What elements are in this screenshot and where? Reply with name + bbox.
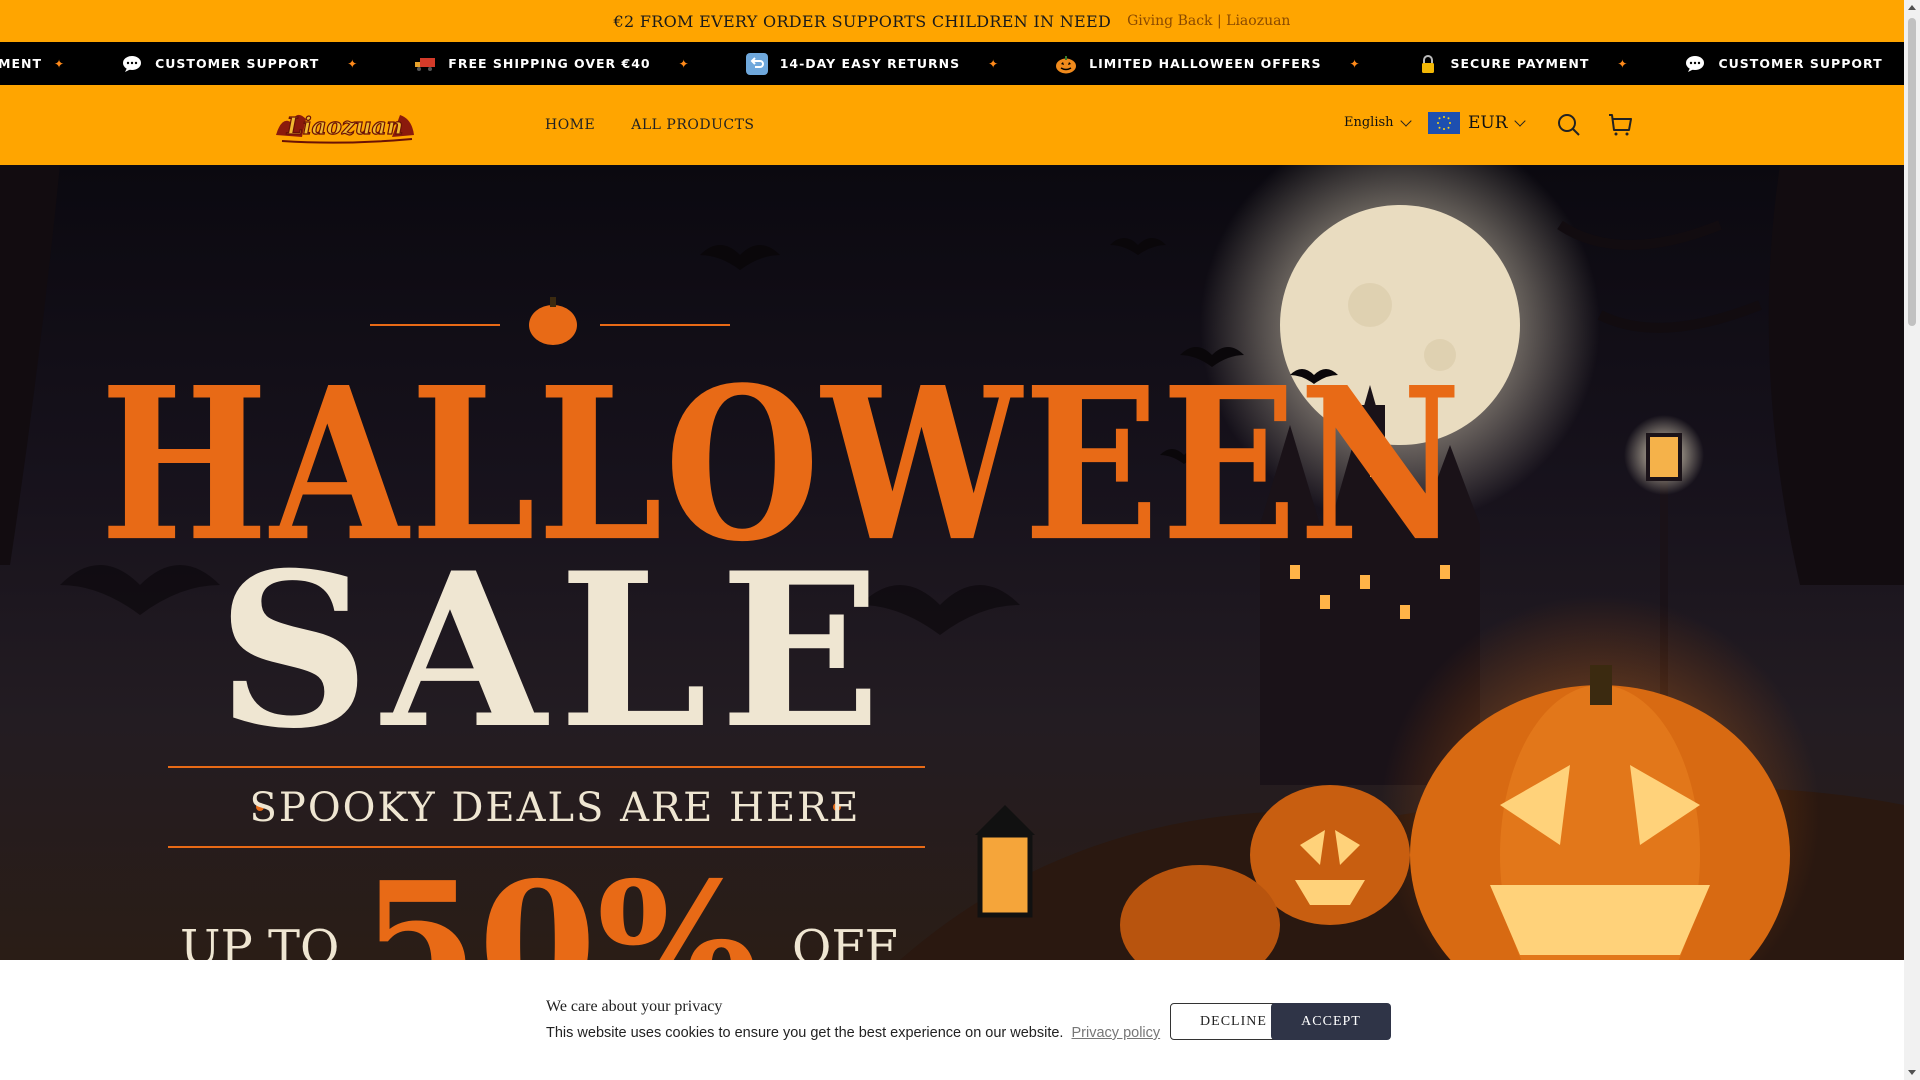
marquee-item: CUSTOMER SUPPORT ✦: [93, 53, 386, 75]
return-arrow-icon: [745, 52, 768, 75]
scroll-down-arrow-icon[interactable]: [1908, 1070, 1916, 1075]
cookie-text: This website uses cookies to ensure you …: [546, 1025, 1160, 1041]
cart-button[interactable]: [1607, 112, 1633, 138]
logo-text: Liaozuan: [286, 113, 404, 140]
main-nav: HOME ALL PRODUCTS: [545, 85, 755, 165]
accept-button[interactable]: ACCEPT: [1271, 1003, 1391, 1040]
hero-banner[interactable]: HALLOWEEN SALE SPOOKY DEALS ARE HERE UP …: [0, 165, 1904, 960]
pumpkin-icon: [1055, 53, 1077, 75]
currency-selector[interactable]: EUR: [1428, 112, 1526, 134]
nav-all-products[interactable]: ALL PRODUCTS: [631, 117, 754, 133]
privacy-policy-link[interactable]: Privacy policy: [1072, 1025, 1161, 1041]
marquee-item: 14-DAY EASY RETURNS ✦: [718, 52, 1027, 75]
announcement-text: €2 FROM EVERY ORDER SUPPORTS CHILDREN IN…: [613, 11, 1112, 31]
eu-flag-icon: [1428, 112, 1460, 134]
marquee-item: FREE SHIPPING OVER €40 ✦: [386, 53, 717, 75]
hero-off: OFF: [792, 920, 898, 960]
page-scrollbar[interactable]: [1904, 0, 1920, 1080]
dot-separator: ✦: [54, 56, 66, 71]
features-marquee: YMENT ✦ CUSTOMER SUPPORT ✦ FREE SHIPPING…: [0, 42, 1904, 85]
chevron-down-icon: [1399, 114, 1412, 127]
hero-sale-text: SALE: [216, 526, 894, 775]
site-header: Liaozuan HOME ALL PRODUCTS English EUR: [0, 85, 1904, 165]
marquee-item: LIMITED HALLOWEEN OFFERS ✦: [1027, 53, 1388, 75]
cookie-title: We care about your privacy: [546, 998, 723, 1015]
marquee-item: SECURE PAYMENT ✦: [1389, 53, 1657, 75]
currency-label: EUR: [1468, 113, 1508, 133]
language-selector[interactable]: English: [1344, 114, 1412, 130]
cookie-message: This website uses cookies to ensure you …: [546, 1025, 1064, 1041]
search-icon: [1558, 114, 1580, 136]
marquee-item: CUSTOMER SUPPORT ✦: [1656, 53, 1904, 75]
announcement-bar: €2 FROM EVERY ORDER SUPPORTS CHILDREN IN…: [0, 0, 1904, 42]
lock-icon: [1417, 53, 1439, 75]
scrollbar-thumb[interactable]: [1908, 18, 1916, 326]
speech-bubble-icon: [121, 53, 143, 75]
dot-separator: ✦: [1349, 56, 1361, 71]
search-button[interactable]: [1556, 112, 1582, 138]
dot-separator: ✦: [347, 56, 359, 71]
logo[interactable]: Liaozuan: [272, 105, 418, 145]
dot-separator: ✦: [1617, 56, 1629, 71]
language-label: English: [1344, 115, 1394, 130]
scroll-up-arrow-icon[interactable]: [1908, 5, 1916, 10]
dot-separator: ✦: [678, 56, 690, 71]
cart-icon: [1609, 114, 1632, 136]
speech-bubble-icon: [1684, 53, 1706, 75]
truck-icon: [414, 53, 436, 75]
giving-back-link[interactable]: Giving Back | Liaozuan: [1127, 13, 1290, 29]
cookie-banner: We care about your privacy This website …: [0, 960, 1904, 1080]
dot-separator: ✦: [988, 56, 1000, 71]
marquee-track: YMENT ✦ CUSTOMER SUPPORT ✦ FREE SHIPPING…: [0, 42, 1904, 85]
marquee-item-partial: YMENT ✦: [0, 56, 66, 71]
hero-percent: 50%: [360, 845, 759, 960]
hero-up-to: UP TO: [180, 920, 340, 960]
hero-tagline: SPOOKY DEALS ARE HERE: [249, 785, 861, 831]
nav-home[interactable]: HOME: [545, 117, 595, 133]
chevron-down-icon: [1513, 115, 1526, 127]
